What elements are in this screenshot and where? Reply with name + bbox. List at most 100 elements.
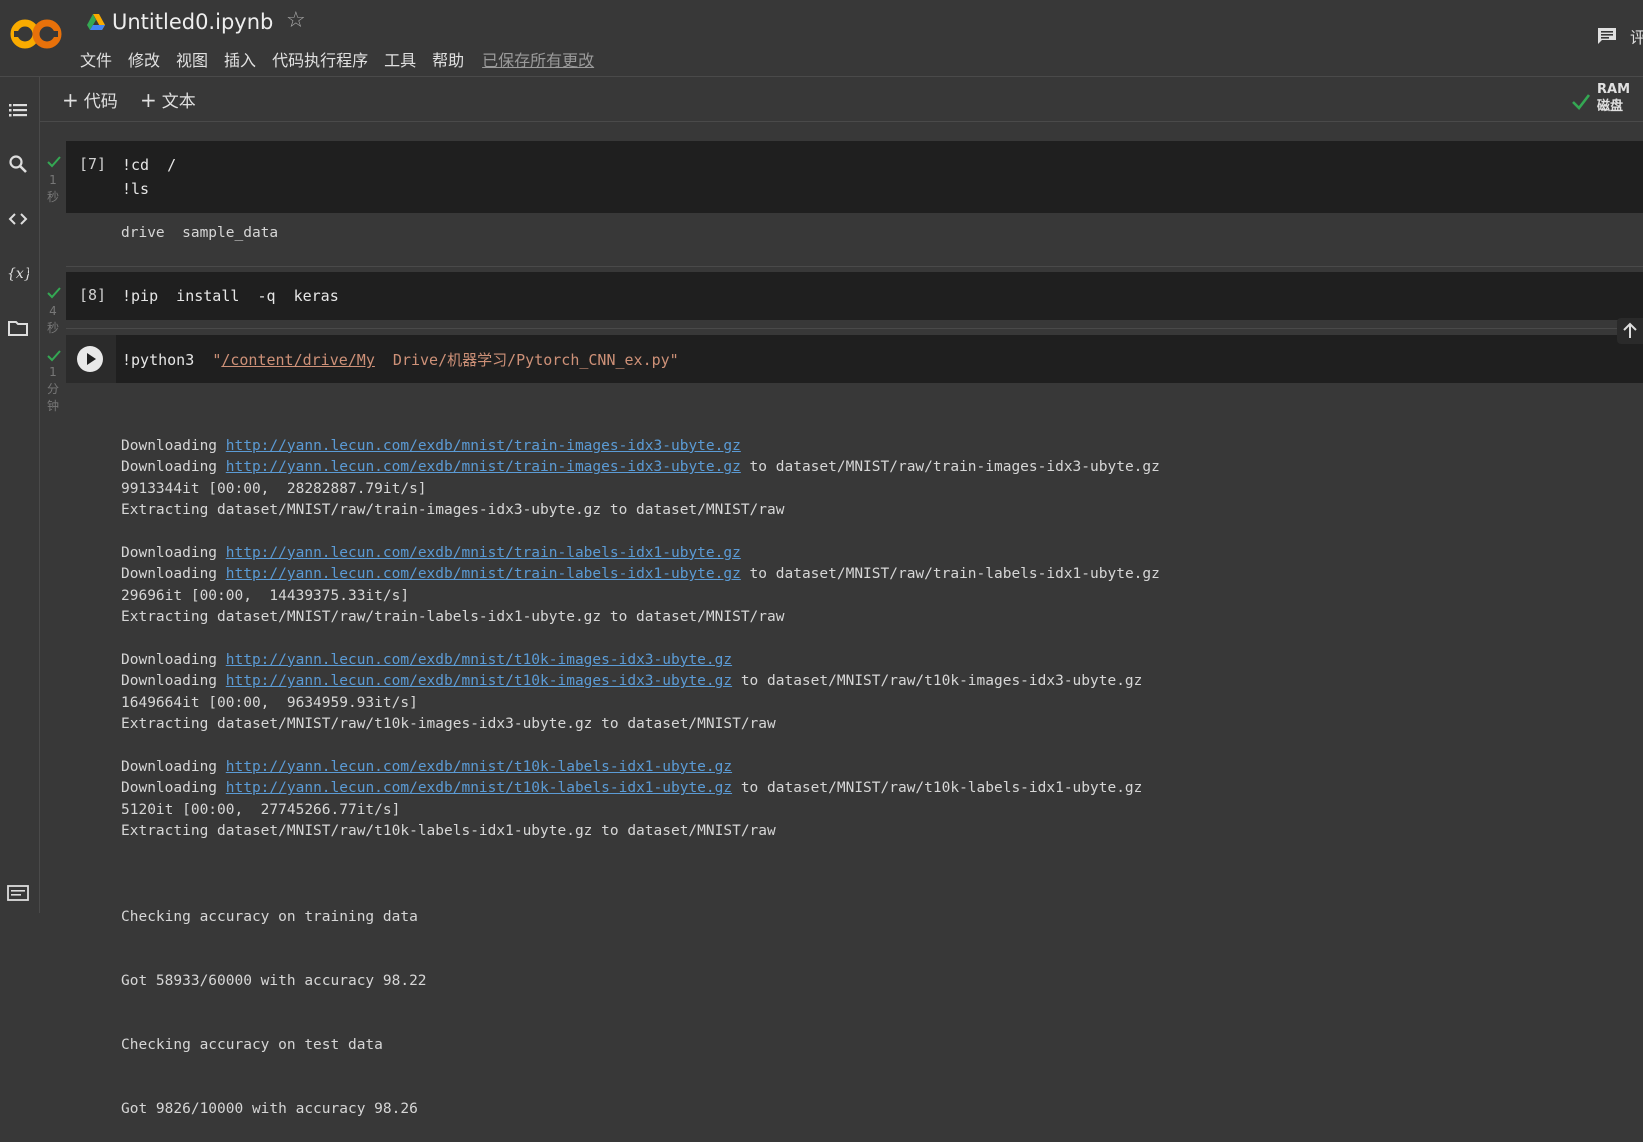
code-snippets-icon[interactable] [7,208,29,230]
code-string-quote: " [212,351,222,369]
download-link[interactable]: http://yann.lecun.com/exdb/mnist/train-l… [226,566,741,582]
execution-time-value: 4 [49,304,57,318]
code-cell[interactable] [66,141,1643,213]
progress-line: 5120it [00:00, 27745266.77it/s] [121,801,401,818]
execution-count: [7] [79,155,107,173]
run-icon[interactable] [77,346,103,372]
download-prefix: Downloading [121,780,226,797]
code-path-link[interactable]: /content/drive/My [221,351,375,369]
svg-text:{x}: {x} [7,266,29,282]
download-link[interactable]: http://yann.lecun.com/exdb/mnist/train-l… [226,545,741,561]
result-line: Got 58933/60000 with accuracy 98.22 [121,972,427,989]
ram-disk-indicator[interactable]: RAM 磁盘 [1597,81,1630,115]
extract-prefix: Extracting [121,502,218,519]
progress-line: 1649664it [00:00, 9634959.93it/s] [121,694,418,711]
download-line: Downloading http://yann.lecun.com/exdb/m… [121,436,1160,457]
left-sidebar: {x} [0,77,40,913]
download-line: Downloading http://yann.lecun.com/exdb/m… [121,457,1160,478]
extract-line: Extracting dataset/MNIST/raw/train-image… [121,500,1160,521]
download-link[interactable]: http://yann.lecun.com/exdb/mnist/train-i… [226,459,741,475]
comment-label[interactable]: 评 [1630,24,1643,48]
download-prefix: Downloading [121,566,226,583]
to-word: to [732,780,768,797]
check-icon [47,287,61,299]
code-line[interactable]: !python3 "/content/drive/My Drive/机器学习/P… [122,349,679,370]
download-prefix: Downloading [121,673,226,690]
add-code-button[interactable]: + 代码 [62,87,118,112]
extract-line: Extracting dataset/MNIST/raw/train-label… [121,607,1160,628]
drive-icon[interactable] [86,12,106,32]
download-line: Downloading http://yann.lecun.com/exdb/m… [121,671,1160,692]
terminal-icon[interactable] [7,884,29,902]
code-line[interactable]: !pip install -q keras [122,287,339,305]
download-link[interactable]: http://yann.lecun.com/exdb/mnist/t10k-im… [226,652,732,668]
arrow-up-icon[interactable] [1617,318,1643,344]
execution-time-value: 1 [49,365,57,379]
code-line[interactable]: !cd / [122,156,176,174]
check-icon [1572,94,1591,110]
table-of-contents-icon[interactable] [7,99,29,121]
download-destination: dataset/MNIST/raw/train-labels-idx1-ubyt… [775,566,1160,583]
download-blocks: Downloading http://yann.lecun.com/exdb/m… [121,436,1160,864]
result-line: Got 9826/10000 with accuracy 98.26 [121,1101,418,1118]
menu-help[interactable]: 帮助 [424,47,472,71]
run-cell-button[interactable] [66,335,116,383]
download-link[interactable]: http://yann.lecun.com/exdb/mnist/t10k-la… [226,780,732,796]
result-line: Checking accuracy on training data [121,908,418,925]
download-link[interactable]: http://yann.lecun.com/exdb/mnist/train-i… [226,438,741,454]
extract-prefix: Extracting [121,716,218,733]
comment-icon[interactable] [1596,26,1618,46]
execution-time: 4 秒 [46,303,60,337]
check-icon [47,156,61,168]
search-icon[interactable] [7,153,29,175]
cell-divider [66,266,1643,267]
cell-output: drive sample_data [121,225,279,241]
download-line: Downloading http://yann.lecun.com/exdb/m… [121,543,1160,564]
extract-line: Extracting dataset/MNIST/raw/t10k-labels… [121,821,1160,842]
download-prefix: Downloading [121,437,226,454]
menu-view[interactable]: 视图 [168,47,216,71]
execution-time-unit: 秒 [46,190,59,204]
execution-time: 1 秒 [46,172,60,206]
progress-line: 29696it [00:00, 14439375.33it/s] [121,587,410,604]
check-icon [47,350,61,362]
execution-time-unit: 秒 [46,321,59,335]
code-line[interactable]: !ls [122,180,149,198]
menu-tools[interactable]: 工具 [376,47,424,71]
notebook-title[interactable]: Untitled0.ipynb [112,10,273,34]
colab-logo-icon[interactable] [8,14,64,54]
execution-time: 1 分 钟 [46,364,60,415]
download-prefix: Downloading [121,544,226,561]
execution-time-value: 1 [49,173,57,187]
execution-time-unit: 钟 [46,399,59,413]
cell-divider [66,328,1643,329]
cell-output: Downloading http://yann.lecun.com/exdb/m… [121,393,1160,1142]
menu-edit[interactable]: 修改 [120,47,168,71]
ram-label: RAM [1597,82,1631,97]
star-icon[interactable]: ☆ [286,8,306,33]
variables-icon[interactable]: {x} [7,262,29,284]
download-destination: dataset/MNIST/raw/train-images-idx3-ubyt… [775,459,1160,476]
code-command: !python3 [122,351,213,369]
download-link[interactable]: http://yann.lecun.com/exdb/mnist/t10k-im… [226,673,732,689]
download-prefix: Downloading [121,758,226,775]
extract-path: dataset/MNIST/raw/t10k-labels-idx1-ubyte… [217,823,776,840]
download-line: Downloading http://yann.lecun.com/exdb/m… [121,650,1160,671]
saved-status-link[interactable]: 已保存所有更改 [472,47,594,71]
menu-insert[interactable]: 插入 [216,47,264,71]
download-link[interactable]: http://yann.lecun.com/exdb/mnist/t10k-la… [226,759,732,775]
menu-runtime[interactable]: 代码执行程序 [264,47,376,71]
execution-time-unit: 分 [46,382,59,396]
folder-icon[interactable] [7,317,29,339]
download-line: Downloading http://yann.lecun.com/exdb/m… [121,778,1160,799]
add-text-button[interactable]: + 文本 [140,87,196,112]
download-prefix: Downloading [121,459,226,476]
header: Untitled0.ipynb ☆ 文件 修改 视图 插入 代码执行程序 工具 … [0,0,1643,77]
extract-prefix: Extracting [121,609,218,626]
menu-file[interactable]: 文件 [80,47,120,71]
extract-prefix: Extracting [121,823,218,840]
